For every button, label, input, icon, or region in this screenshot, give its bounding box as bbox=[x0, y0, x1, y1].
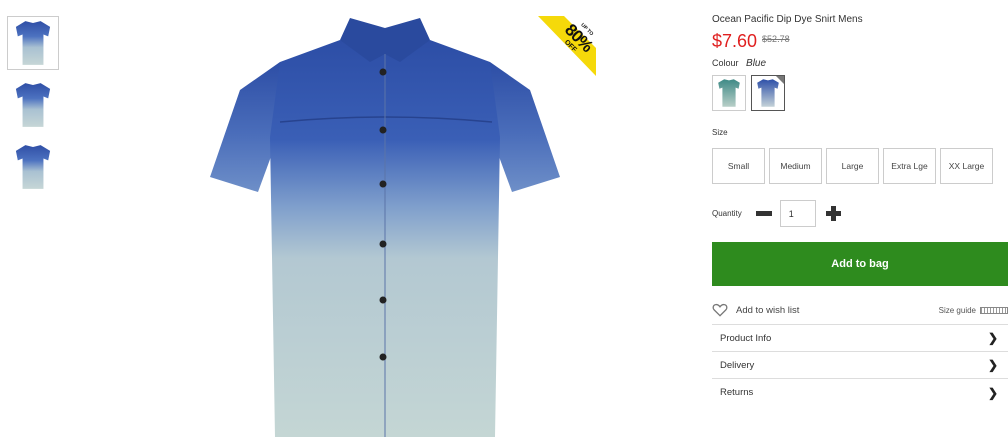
colour-row: Colour Blue bbox=[712, 58, 1008, 69]
accordion-returns[interactable]: Returns ❯ bbox=[712, 379, 1008, 406]
size-extra-large-button[interactable]: Extra Lge bbox=[883, 148, 936, 184]
current-price: $7.60 bbox=[712, 31, 758, 51]
blue-shirt-swatch-image bbox=[757, 79, 779, 107]
product-details-panel: Ocean Pacific Dip Dye Snirt Mens $7.60 $… bbox=[712, 14, 1008, 406]
size-small-button[interactable]: Small bbox=[712, 148, 765, 184]
colour-swatches bbox=[712, 75, 1008, 111]
thumbnail-2[interactable] bbox=[7, 78, 59, 132]
size-guide-link[interactable]: Size guide bbox=[939, 306, 1008, 315]
price-row: $7.60 $52.78 bbox=[712, 31, 1008, 52]
chevron-right-icon: ❯ bbox=[987, 358, 998, 372]
accordion-delivery[interactable]: Delivery ❯ bbox=[712, 352, 1008, 379]
plus-icon[interactable] bbox=[825, 206, 841, 221]
size-medium-button[interactable]: Medium bbox=[769, 148, 822, 184]
colour-label: Colour bbox=[712, 58, 739, 68]
promo-badge: UP TO 80% OFF bbox=[538, 16, 596, 76]
shirt-thumbnail-image bbox=[15, 145, 51, 189]
wish-row: Add to wish list Size guide bbox=[712, 302, 1008, 318]
colour-value: Blue bbox=[746, 58, 767, 69]
shirt-thumbnail-image bbox=[15, 83, 51, 127]
chevron-right-icon: ❯ bbox=[987, 385, 998, 400]
product-title: Ocean Pacific Dip Dye Snirt Mens bbox=[712, 14, 863, 25]
shirt-image bbox=[210, 18, 560, 437]
size-large-button[interactable]: Large bbox=[826, 148, 879, 184]
thumbnail-list bbox=[7, 16, 61, 202]
accordion-label: Returns bbox=[720, 387, 754, 398]
swatch-blue[interactable] bbox=[751, 75, 785, 111]
old-price: $52.78 bbox=[762, 34, 790, 44]
chevron-right-icon: ❯ bbox=[987, 331, 998, 345]
swatch-green[interactable] bbox=[712, 75, 746, 111]
ruler-icon bbox=[980, 306, 1008, 314]
quantity-row: Quantity 1 bbox=[712, 200, 1008, 227]
accordion-label: Product Info bbox=[720, 332, 772, 344]
add-to-bag-button[interactable]: Add to bag bbox=[712, 242, 1008, 286]
wish-list-label: Add to wish list bbox=[736, 304, 800, 316]
thumbnail-1[interactable] bbox=[7, 16, 59, 70]
shirt-thumbnail-image bbox=[15, 21, 51, 65]
accordion-label: Delivery bbox=[720, 359, 755, 371]
info-accordion: Product Info ❯ Delivery ❯ Returns ❯ bbox=[712, 324, 1008, 406]
accordion-product-info[interactable]: Product Info ❯ bbox=[712, 325, 1008, 352]
heart-icon bbox=[712, 303, 728, 317]
size-guide-label: Size guide bbox=[938, 305, 976, 315]
size-options: Small Medium Large Extra Lge XX Large bbox=[712, 148, 1008, 184]
quantity-input[interactable]: 1 bbox=[779, 200, 816, 227]
thumbnail-3[interactable] bbox=[7, 140, 59, 194]
green-shirt-swatch-image bbox=[718, 79, 740, 107]
main-product-image: UP TO 80% OFF bbox=[200, 12, 600, 444]
quantity-label: Quantity bbox=[712, 209, 742, 218]
minus-icon[interactable] bbox=[755, 211, 772, 216]
size-label: Size bbox=[712, 128, 728, 137]
add-to-wish-list-button[interactable]: Add to wish list bbox=[712, 303, 799, 317]
size-xx-large-button[interactable]: XX Large bbox=[940, 148, 993, 184]
